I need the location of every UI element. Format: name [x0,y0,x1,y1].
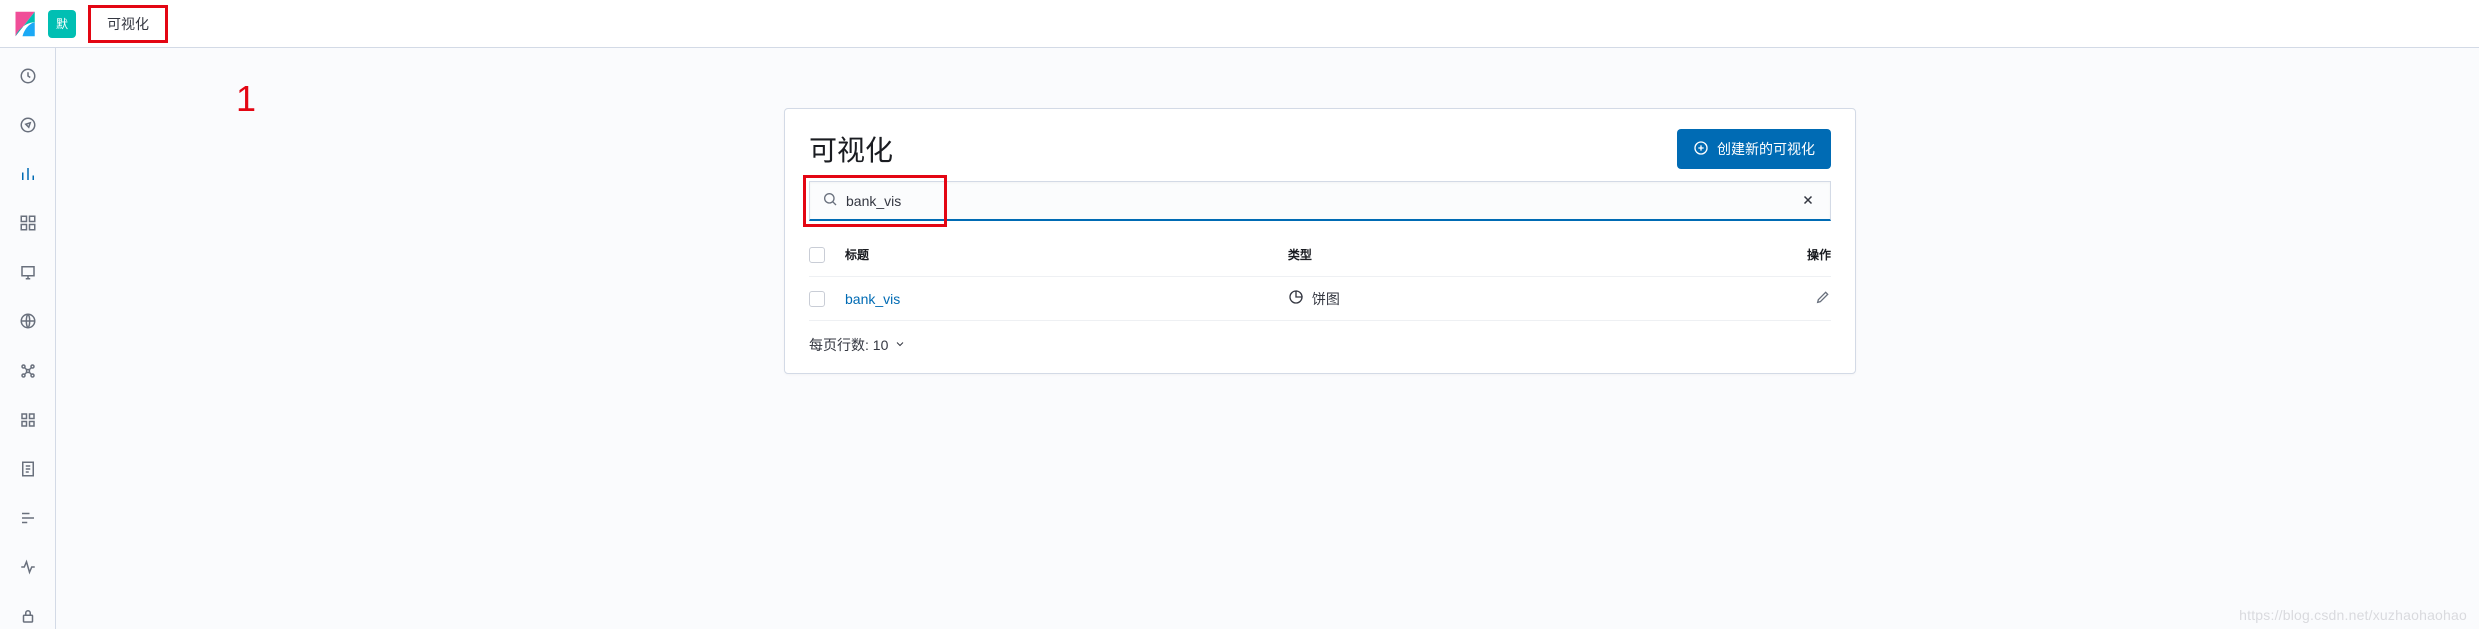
chevron-down-icon [894,337,906,353]
page-title: 可视化 [809,129,893,169]
apm-icon [19,509,37,530]
kibana-logo[interactable] [12,10,40,38]
pencil-icon [1815,292,1831,308]
nav-ml[interactable] [16,360,40,383]
table-header: 标题 类型 操作 [809,233,1831,277]
nav-maps[interactable] [16,311,40,334]
create-button-label: 创建新的可视化 [1717,139,1815,159]
nav-recently-viewed[interactable] [16,66,40,89]
nav-siem[interactable] [16,606,40,629]
lock-icon [19,607,37,628]
rows-per-page-label: 每页行数: 10 [809,335,888,355]
close-icon [1802,193,1814,209]
breadcrumb[interactable]: 可视化 [88,5,168,43]
nav-infrastructure[interactable] [16,410,40,433]
infrastructure-icon [19,411,37,432]
column-header-title[interactable]: 标题 [845,246,1288,263]
nav-logs[interactable] [16,459,40,482]
column-header-actions: 操作 [1771,246,1831,263]
row-checkbox[interactable] [809,291,825,307]
dashboard-icon [19,214,37,235]
edit-button[interactable] [1815,289,1831,308]
search-icon [822,191,838,210]
space-initial: 默 [56,15,68,32]
side-nav [0,48,56,629]
nav-discover[interactable] [16,115,40,138]
nav-apm[interactable] [16,508,40,531]
visualization-type: 饼图 [1312,289,1340,309]
watermark: https://blog.csdn.net/xuzhaohaohao [2239,607,2467,623]
clear-search-button[interactable] [1798,189,1818,213]
space-selector[interactable]: 默 [48,10,76,38]
nav-canvas[interactable] [16,262,40,285]
clock-icon [19,67,37,88]
visualizations-table: 标题 类型 操作 bank_vis 饼图 [785,233,1855,321]
rows-per-page[interactable]: 每页行数: 10 [785,321,1855,365]
bar-chart-icon [19,165,37,186]
canvas-icon [19,263,37,284]
create-visualization-button[interactable]: 创建新的可视化 [1677,129,1831,169]
uptime-icon [19,558,37,579]
visualization-link[interactable]: bank_vis [845,291,900,307]
table-row: bank_vis 饼图 [809,277,1831,321]
nav-visualize[interactable] [16,164,40,187]
top-header: 默 可视化 [0,0,2479,48]
nav-uptime[interactable] [16,557,40,580]
column-header-type[interactable]: 类型 [1288,246,1771,263]
compass-icon [19,116,37,137]
visualize-panel: 可视化 创建新的可视化 标题 类型 操作 bank_vis 饼图 [784,108,1856,374]
logs-icon [19,460,37,481]
search-wrap [785,181,1855,221]
plus-circle-icon [1693,140,1709,159]
search-field[interactable] [809,181,1831,221]
panel-header: 可视化 创建新的可视化 [785,109,1855,181]
search-input[interactable] [846,193,1798,209]
globe-icon [19,312,37,333]
pie-chart-icon [1288,289,1304,308]
annotation-one: 1 [236,78,256,120]
nav-dashboard[interactable] [16,213,40,236]
breadcrumb-label: 可视化 [107,16,149,32]
ml-icon [19,362,37,383]
select-all-checkbox[interactable] [809,247,825,263]
